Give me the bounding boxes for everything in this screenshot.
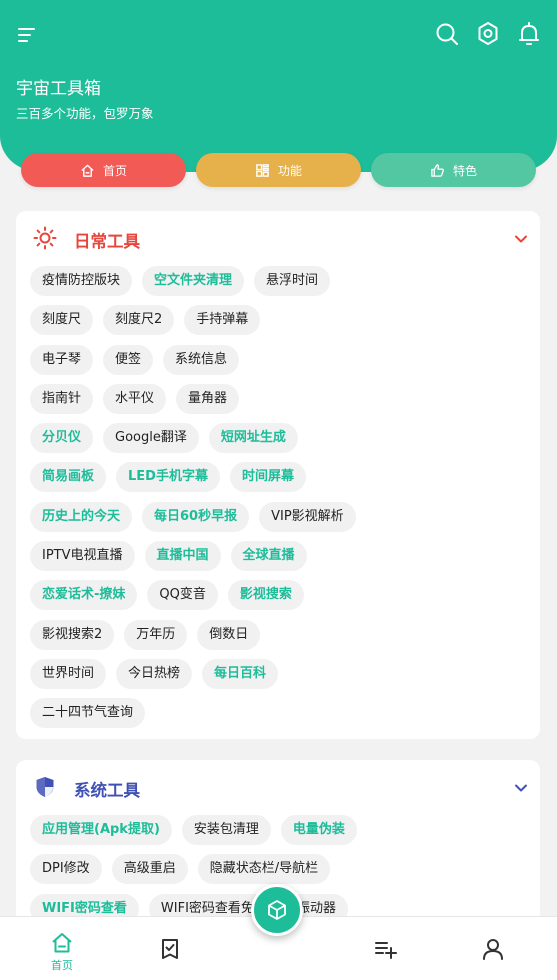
- tool-chip[interactable]: 短网址生成: [208, 423, 298, 454]
- system-tools-title: 系统工具: [74, 781, 140, 800]
- settings-gear-icon[interactable]: [475, 20, 501, 48]
- tool-chip[interactable]: IPTV电视直播: [30, 541, 135, 572]
- tool-chip[interactable]: 每日百科: [202, 658, 279, 689]
- tool-chip[interactable]: LED手机字幕: [116, 462, 220, 493]
- tool-chip[interactable]: 安装包清理: [181, 815, 271, 845]
- nav-pill-label: 功能: [277, 163, 302, 178]
- tool-chip[interactable]: 空文件夹清理: [142, 266, 245, 296]
- header-banner: 宇宙工具箱 三百多个功能，包罗万象: [0, 0, 557, 172]
- tab-home[interactable]: 首页: [32, 917, 92, 980]
- home-icon: [81, 164, 94, 177]
- tool-chip[interactable]: 分贝仪: [30, 423, 94, 454]
- tool-chip[interactable]: 倒数日: [197, 619, 261, 650]
- chip-row: 指南针 水平仪 量角器: [30, 383, 530, 414]
- tool-chip[interactable]: 水平仪: [103, 383, 167, 414]
- grid-icon: [256, 163, 269, 177]
- chip-row: 影视搜索2 万年历 倒数日: [30, 619, 530, 650]
- tool-chip[interactable]: 历史上的今天: [30, 501, 133, 532]
- tool-chip[interactable]: 电子琴: [30, 344, 94, 375]
- tool-chip[interactable]: 刻度尺2: [103, 305, 175, 336]
- chip-row: 历史上的今天 每日60秒早报 VIP影视解析: [30, 501, 530, 532]
- app-subtitle: 三百多个功能，包罗万象: [16, 106, 154, 121]
- tool-chip[interactable]: 世界时间: [30, 658, 107, 689]
- chip-row: IPTV电视直播 直播中国 全球直播: [30, 541, 530, 572]
- tool-chip[interactable]: 悬浮时间: [254, 266, 331, 296]
- tool-chip[interactable]: 万年历: [124, 619, 188, 650]
- tool-chip[interactable]: QQ变音: [147, 580, 218, 611]
- home-icon: [52, 933, 72, 953]
- tool-chip[interactable]: 恋爱话术-撩妹: [30, 580, 138, 611]
- chevron-down-icon[interactable]: [514, 781, 528, 795]
- tool-chip[interactable]: 量角器: [176, 383, 240, 414]
- tool-chip[interactable]: DPI修改: [30, 854, 102, 885]
- chip-row: 恋爱话术-撩妹 QQ变音 影视搜索: [30, 580, 530, 611]
- tool-chip[interactable]: 二十四节气查询: [30, 698, 146, 729]
- bell-icon[interactable]: [516, 20, 542, 48]
- tool-chip[interactable]: 高级重启: [111, 854, 188, 885]
- tool-chip[interactable]: 每日60秒早报: [142, 501, 250, 532]
- tool-chip[interactable]: 刻度尺: [30, 305, 94, 336]
- tool-chip[interactable]: 全球直播: [230, 541, 307, 572]
- daily-tools-card: 日常工具 疫情防控版块 空文件夹清理 悬浮时间 刻度尺 刻度尺2 手持弹幕 电子琴 便签 系统信…: [16, 211, 540, 739]
- daily-tools-title: 日常工具: [74, 232, 140, 251]
- chip-row: 世界时间 今日热榜 每日百科: [30, 658, 530, 689]
- nav-pill-label: 首页: [102, 163, 127, 178]
- tool-chip[interactable]: 系统信息: [163, 344, 240, 375]
- menu-icon[interactable]: [14, 22, 40, 48]
- user-icon: [483, 939, 503, 960]
- tool-chip[interactable]: 简易画板: [30, 462, 107, 493]
- chip-row: 疫情防控版块 空文件夹清理 悬浮时间: [30, 266, 530, 296]
- app-title: 宇宙工具箱: [16, 79, 101, 99]
- tab-home-label: 首页: [51, 959, 73, 972]
- tool-chip[interactable]: 隐藏状态栏/导航栏: [197, 854, 331, 885]
- tool-chip[interactable]: 直播中国: [144, 541, 221, 572]
- checklist-icon: [162, 939, 178, 959]
- system-tools-header[interactable]: 系统工具: [16, 760, 540, 816]
- chip-row: 分贝仪 Google翻译 短网址生成: [30, 423, 530, 454]
- center-action-button[interactable]: [251, 884, 303, 936]
- tool-chip[interactable]: VIP影视解析: [259, 501, 356, 532]
- daily-tools-list: 疫情防控版块 空文件夹清理 悬浮时间 刻度尺 刻度尺2 手持弹幕 电子琴 便签 系统信息 指南针水…: [30, 266, 530, 738]
- chip-row: 刻度尺 刻度尺2 手持弹幕: [30, 305, 530, 336]
- tool-chip[interactable]: 疫情防控版块: [30, 266, 133, 296]
- chip-row: 电子琴 便签 系统信息: [30, 344, 530, 375]
- chip-row: DPI修改 高级重启 隐藏状态栏/导航栏: [30, 854, 530, 885]
- tab-playlist[interactable]: [355, 917, 415, 980]
- chip-row: 二十四节气查询: [30, 698, 530, 729]
- tool-chip[interactable]: 影视搜索: [227, 580, 304, 611]
- tool-chip[interactable]: 应用管理(Apk提取): [30, 815, 172, 845]
- search-icon[interactable]: [434, 20, 460, 48]
- chip-row: 应用管理(Apk提取) 安装包清理 电量伪装: [30, 815, 530, 845]
- tool-chip[interactable]: 影视搜索2: [30, 619, 115, 650]
- sun-icon: [33, 226, 57, 250]
- chevron-down-icon[interactable]: [514, 232, 528, 246]
- thumbs-up-icon: [431, 163, 444, 177]
- nav-pill-features[interactable]: 特色: [371, 153, 536, 187]
- tool-chip[interactable]: 电量伪装: [280, 815, 357, 845]
- tool-chip[interactable]: 便签: [103, 344, 154, 375]
- tab-profile[interactable]: [463, 917, 523, 980]
- chip-row: 简易画板 LED手机字幕 时间屏幕: [30, 462, 530, 493]
- tab-tasks[interactable]: [140, 917, 200, 980]
- tool-chip[interactable]: 手持弹幕: [184, 305, 261, 336]
- tool-chip[interactable]: 指南针: [30, 383, 94, 414]
- playlist-add-icon: [375, 942, 397, 959]
- tool-chip[interactable]: 时间屏幕: [229, 462, 306, 493]
- shield-icon: [36, 777, 54, 797]
- tool-chip[interactable]: 今日热榜: [116, 658, 193, 689]
- cube-icon: [268, 900, 286, 920]
- tool-chip[interactable]: Google翻译: [103, 423, 199, 454]
- nav-pill-home[interactable]: 首页: [21, 153, 186, 187]
- nav-pill-functions[interactable]: 功能: [196, 153, 361, 187]
- nav-pill-label: 特色: [452, 163, 477, 178]
- daily-tools-header[interactable]: 日常工具: [16, 211, 540, 267]
